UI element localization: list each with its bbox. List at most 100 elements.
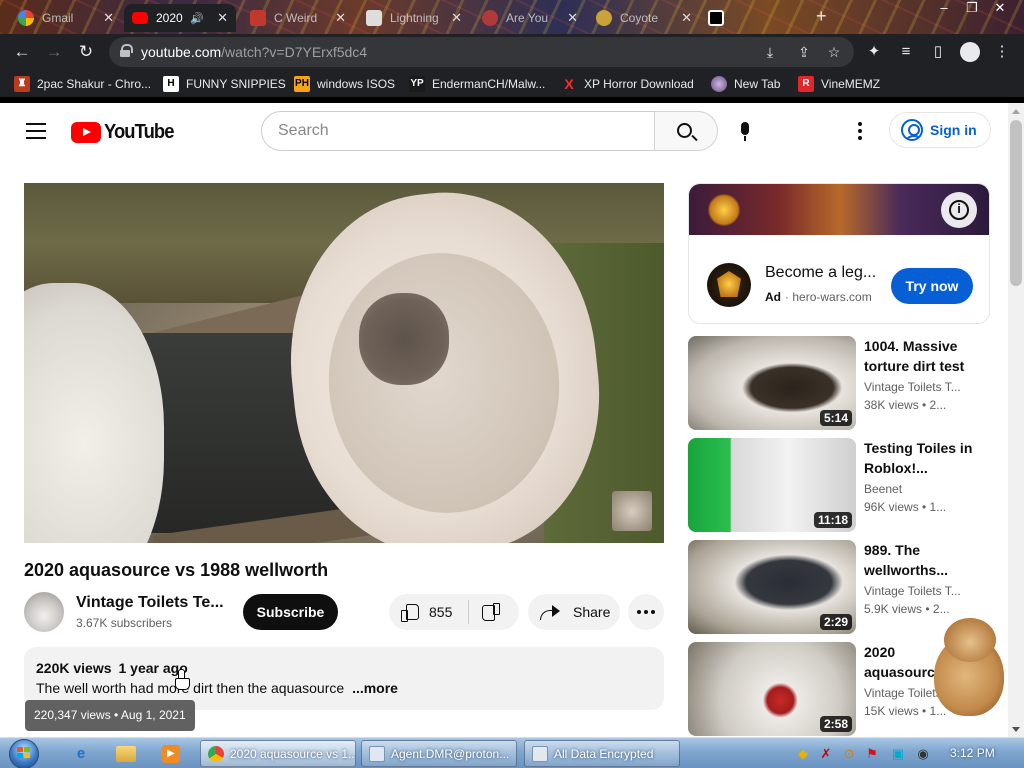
suggested-channel[interactable]: Vintage Toilets T... (864, 380, 976, 394)
suggested-channel[interactable]: Beenet (864, 482, 976, 496)
speaker-icon[interactable]: 🔊 (190, 12, 204, 25)
new-tab-icon[interactable]: + (816, 6, 827, 27)
show-more-link[interactable]: ...more (352, 680, 398, 696)
tray-monitor-icon[interactable]: ▣ (890, 746, 906, 762)
taskbar-chrome-window[interactable]: 2020 aquasource vs 1... (200, 740, 356, 767)
suggested-title[interactable]: Testing Toiles in Roblox!... (864, 438, 976, 478)
tab-gmail[interactable]: Gmail ✕ (10, 4, 122, 32)
share-arrow-icon (540, 605, 560, 620)
tray-check-icon[interactable]: ✗ (818, 746, 834, 762)
restore-icon[interactable]: ❐ (958, 0, 986, 18)
tab-weird[interactable]: C Weird ✕ (242, 4, 354, 32)
sidebar-ad[interactable]: Become a leg... Ad· hero-wars.com Try no… (688, 183, 990, 324)
side-panel-icon[interactable]: ▯ (928, 42, 948, 62)
media-player-icon[interactable]: ▶ (162, 745, 180, 763)
search-button[interactable] (654, 111, 718, 151)
extensions-icon[interactable]: ✦ (864, 42, 884, 62)
sign-in-button[interactable]: Sign in (889, 112, 991, 148)
tab-youtube-active[interactable]: 2020 aquasource vs 1988 wellworth 🔊 ✕ (124, 4, 236, 32)
page-scrollbar[interactable] (1008, 103, 1024, 737)
windows-logo-icon (17, 747, 31, 760)
bookmark-xp-horror[interactable]: X XP Horror Download (561, 76, 694, 92)
bookmark-star-icon[interactable]: ☆ (825, 43, 843, 61)
bookmark-new-tab[interactable]: New Tab (711, 76, 780, 92)
tray-app-icon[interactable]: ◆ (795, 746, 811, 762)
video-player[interactable] (24, 183, 664, 543)
taskbar-notepad-window[interactable]: Agent.DMR@proton... (361, 740, 517, 767)
advertiser-logo[interactable] (707, 263, 751, 307)
system-clock[interactable]: 3:12 PM (950, 746, 995, 760)
scrollbar-thumb[interactable] (1010, 120, 1022, 286)
back-icon[interactable]: ← (10, 40, 34, 64)
thumbs-down-icon[interactable] (482, 604, 500, 622)
profile-avatar-icon[interactable] (960, 42, 980, 62)
search-input[interactable] (278, 112, 638, 150)
desktop-pet-hamster[interactable] (930, 618, 1006, 718)
lock-icon[interactable] (120, 44, 133, 57)
install-icon[interactable]: ⤓ (761, 43, 779, 61)
tray-search-icon[interactable]: ⊙ (841, 746, 857, 762)
close-tab-icon[interactable]: ✕ (567, 10, 578, 26)
microphone-icon[interactable] (738, 122, 752, 142)
video-thumbnail[interactable]: 5:14 (688, 336, 856, 430)
tab-coyote[interactable]: Coyote ✕ (588, 4, 700, 32)
close-tab-icon[interactable]: ✕ (103, 10, 114, 26)
video-thumbnail[interactable]: 2:58 (688, 642, 856, 736)
duration-badge: 2:29 (819, 614, 852, 630)
ad-domain: hero-wars.com (792, 290, 872, 304)
settings-menu-icon[interactable] (858, 122, 862, 140)
channel-watermark[interactable] (612, 491, 652, 531)
media-controls-icon[interactable]: ≡ (896, 42, 916, 62)
scroll-down-icon[interactable] (1012, 727, 1020, 732)
close-tab-icon[interactable]: ✕ (335, 10, 346, 26)
duration-badge: 2:58 (819, 716, 852, 732)
try-now-button[interactable]: Try now (891, 268, 973, 304)
duration-badge: 5:14 (819, 410, 852, 426)
taskbar-encrypted-window[interactable]: All Data Encrypted (524, 740, 680, 767)
share-page-icon[interactable]: ⇪ (795, 43, 813, 61)
tab-lightning[interactable]: Lightning ✕ (358, 4, 470, 32)
address-bar[interactable]: youtube.com/watch?v=D7YErxf5dc4 ⤓ ⇪ ☆ (109, 37, 854, 67)
search-icon (677, 123, 692, 138)
like-dislike-group: 855 (389, 594, 519, 630)
tab-are-you[interactable]: Are You ✕ (474, 4, 586, 32)
bookmark-windows-isos[interactable]: PH windows ISOS (294, 76, 395, 92)
menu-icon[interactable] (26, 123, 46, 139)
ad-title[interactable]: Become a leg... (765, 264, 883, 282)
windows-taskbar: e ▶ 2020 aquasource vs 1... Agent.DMR@pr… (0, 737, 1024, 768)
subscribe-button[interactable]: Subscribe (243, 594, 338, 630)
bookmark-endermanch[interactable]: YP EndermanCH/Malw... (409, 76, 545, 92)
share-button[interactable]: Share (528, 594, 620, 630)
minimize-icon[interactable]: – (930, 0, 958, 18)
suggested-title[interactable]: 1004. Massive torture dirt test (864, 336, 976, 376)
chrome-menu-icon[interactable]: ⋮ (992, 42, 1012, 62)
tray-volume-icon[interactable]: ◉ (915, 746, 931, 762)
video-thumbnail[interactable]: 2:29 (688, 540, 856, 634)
suggested-channel[interactable]: Vintage Toilets T... (864, 584, 976, 598)
channel-avatar[interactable] (24, 592, 64, 632)
scroll-up-icon[interactable] (1012, 109, 1020, 114)
reload-icon[interactable]: ↻ (74, 40, 98, 64)
like-button[interactable]: 855 (401, 603, 452, 622)
bookmark-vinememz[interactable]: R VineMEMZ (798, 76, 880, 92)
file-explorer-icon[interactable] (116, 746, 136, 762)
close-tab-icon[interactable]: ✕ (681, 10, 692, 26)
forward-icon[interactable]: → (42, 40, 66, 64)
ad-info-icon[interactable] (941, 192, 977, 228)
more-actions-button[interactable] (628, 594, 664, 630)
video-thumbnail[interactable]: 11:18 (688, 438, 856, 532)
start-button[interactable] (6, 738, 44, 768)
bookmark-2pac[interactable]: ♜ 2pac Shakur - Chro... (14, 76, 151, 92)
youtube-logo[interactable]: YouTube (71, 121, 180, 144)
suggested-video[interactable]: 11:18 Testing Toiles in Roblox!... Beene… (688, 438, 988, 532)
tab-medium[interactable] (702, 4, 730, 32)
suggested-video[interactable]: 5:14 1004. Massive torture dirt test Vin… (688, 336, 988, 430)
close-window-icon[interactable]: ✕ (986, 0, 1014, 18)
suggested-title[interactable]: 989. The wellworths... (864, 540, 976, 580)
close-tab-icon[interactable]: ✕ (451, 10, 462, 26)
close-tab-icon[interactable]: ✕ (217, 10, 228, 26)
tray-flag-icon[interactable]: ⚑ (864, 746, 880, 762)
channel-name[interactable]: Vintage Toilets Te... (76, 594, 226, 612)
bookmark-funny-snippies[interactable]: H FUNNY SNIPPIES (163, 76, 286, 92)
internet-explorer-icon[interactable]: e (70, 743, 92, 765)
